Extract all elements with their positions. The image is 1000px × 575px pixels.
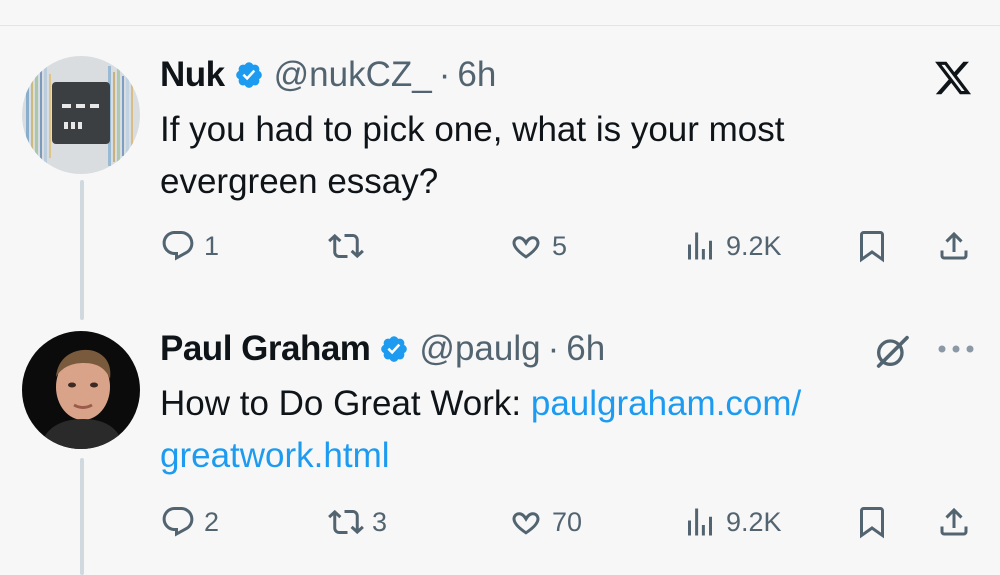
avatar[interactable]	[22, 331, 140, 449]
tweet-header: Nuk @nukCZ_ · 6h	[160, 50, 960, 100]
tweet-header: Paul Graham @paulg · 6h	[160, 324, 960, 374]
separator: ·	[547, 329, 560, 368]
views-button[interactable]: 9.2K	[682, 502, 782, 542]
verified-badge-icon	[381, 336, 408, 362]
like-icon	[512, 236, 540, 259]
repost-icon	[328, 233, 364, 259]
tweet-text-line: How to Do Great Work: paulgraham.com/	[160, 378, 960, 430]
share-icon	[940, 231, 968, 260]
repost-icon	[328, 509, 364, 535]
views-count: 9.2K	[726, 230, 782, 261]
tweet-actions: 2 3 70 9.2K	[160, 502, 980, 542]
reply-icon	[162, 507, 194, 537]
tweet-text: If you had to pick one, what is your mos…	[160, 104, 920, 208]
timestamp[interactable]: 6h	[566, 329, 605, 369]
top-border	[0, 0, 1000, 26]
share-button[interactable]	[936, 502, 972, 542]
tweet-actions: 1 5 9.2K	[160, 226, 980, 266]
reply-button[interactable]: 1	[160, 226, 219, 266]
like-icon	[512, 512, 540, 535]
views-count: 9.2K	[726, 506, 782, 537]
bookmark-button[interactable]	[854, 502, 890, 542]
tweet-link[interactable]: greatwork.html	[160, 430, 960, 482]
views-icon	[688, 508, 712, 536]
tweet: Nuk @nukCZ_ · 6h If you had to pick one,…	[160, 50, 960, 208]
display-name[interactable]: Paul Graham	[160, 329, 371, 369]
handle[interactable]: @paulg	[419, 329, 540, 369]
tweet-text-content: If you had to pick one, what is your mos…	[160, 110, 785, 201]
display-name[interactable]: Nuk	[160, 55, 225, 95]
repost-button[interactable]: 3	[328, 502, 387, 542]
share-button[interactable]	[936, 226, 972, 266]
like-count: 5	[552, 230, 568, 261]
reply-button[interactable]: 2	[160, 502, 219, 542]
avatar[interactable]	[22, 56, 140, 174]
repost-count: 3	[372, 506, 388, 537]
tweet-link[interactable]: paulgraham.com/	[531, 384, 801, 423]
bookmark-icon	[860, 507, 884, 539]
like-count: 70	[552, 506, 583, 537]
like-button[interactable]: 5	[508, 226, 567, 266]
separator: ·	[438, 55, 451, 94]
repost-button[interactable]	[328, 226, 372, 266]
tweet: Paul Graham @paulg · 6h How to Do Great …	[160, 324, 960, 482]
reply-icon	[162, 231, 194, 261]
more-icon[interactable]	[936, 343, 976, 355]
thread-line	[80, 458, 84, 575]
tweet-text-content: How to Do Great Work:	[160, 384, 531, 423]
like-button[interactable]: 70	[508, 502, 582, 542]
views-icon	[688, 232, 712, 260]
grok-icon[interactable]	[872, 331, 912, 371]
thread-line	[80, 180, 84, 320]
handle[interactable]: @nukCZ_	[274, 55, 432, 95]
timestamp[interactable]: 6h	[457, 55, 496, 95]
views-button[interactable]: 9.2K	[682, 226, 782, 266]
share-icon	[940, 507, 968, 536]
bookmark-button[interactable]	[854, 226, 890, 266]
verified-badge-icon	[235, 62, 262, 88]
reply-count: 2	[204, 506, 220, 537]
reply-count: 1	[204, 230, 220, 261]
tweet-text: How to Do Great Work: paulgraham.com/ gr…	[160, 378, 960, 482]
bookmark-icon	[860, 231, 884, 263]
